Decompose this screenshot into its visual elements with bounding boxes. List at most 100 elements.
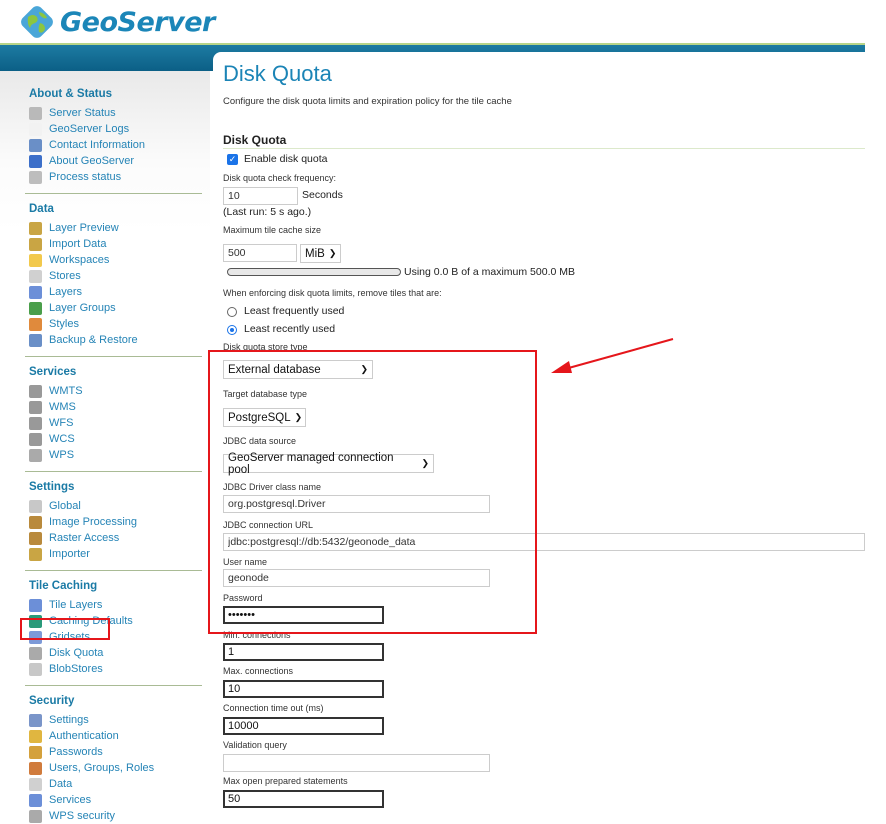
check-frequency-label: Disk quota check frequency: bbox=[223, 173, 337, 183]
tile-grid-icon bbox=[29, 598, 42, 612]
sidebar-section-security: Security Settings Authentication Passwords U… bbox=[29, 686, 202, 824]
gear-icon bbox=[29, 170, 42, 184]
radio-least-recently-used[interactable] bbox=[227, 325, 237, 335]
sidebar-item-label: Image Processing bbox=[49, 516, 138, 528]
sidebar-section-title: Data bbox=[29, 203, 54, 215]
sidebar-item-wcs[interactable]: WCS bbox=[29, 431, 202, 447]
validation-query-label: Validation query bbox=[223, 740, 287, 750]
map-import-icon bbox=[29, 237, 42, 251]
map-preview-icon bbox=[29, 221, 42, 235]
max-connections-input[interactable] bbox=[223, 680, 384, 698]
disk-icon bbox=[29, 646, 42, 660]
sidebar-item-users-groups-roles[interactable]: Users, Groups, Roles bbox=[29, 760, 202, 776]
sidebar-item-wps-security[interactable]: WPS security bbox=[29, 808, 202, 824]
info-globe-icon bbox=[29, 154, 42, 168]
max-connections-label: Max. connections bbox=[223, 666, 294, 676]
validation-query-input[interactable] bbox=[223, 754, 490, 772]
sidebar-item-label: Raster Access bbox=[49, 532, 120, 544]
layer-icon bbox=[29, 285, 42, 299]
sidebar-item-layer-groups[interactable]: Layer Groups bbox=[29, 300, 202, 316]
sidebar-item-label: Stores bbox=[49, 270, 81, 282]
sidebar-item-import-data[interactable]: Import Data bbox=[29, 236, 202, 252]
radio-least-frequently-used[interactable] bbox=[227, 307, 237, 317]
sidebar-item-label: Data bbox=[49, 778, 73, 790]
sidebar-item-data[interactable]: Data bbox=[29, 776, 202, 792]
sidebar-item-authentication[interactable]: Authentication bbox=[29, 728, 202, 744]
sidebar-item-process-status[interactable]: Process status bbox=[29, 169, 202, 185]
max-size-unit-select[interactable]: MiB ❯ bbox=[300, 244, 341, 263]
usage-progress-bar bbox=[227, 268, 401, 276]
server-wmts-icon bbox=[29, 384, 42, 398]
sidebar-item-label: Settings bbox=[49, 714, 89, 726]
sidebar-item-label: Layer Preview bbox=[49, 222, 119, 234]
sidebar-item-label: Importer bbox=[49, 548, 90, 560]
server-status-icon bbox=[29, 106, 42, 120]
sidebar-item-backup-restore[interactable]: Backup & Restore bbox=[29, 332, 202, 348]
sidebar-item-label: BlobStores bbox=[49, 663, 103, 675]
timeout-input[interactable] bbox=[223, 717, 384, 735]
radio-least-frequently-used-label: Least frequently used bbox=[244, 305, 345, 317]
shield-icon bbox=[29, 729, 42, 743]
sidebar-item-label: Services bbox=[49, 794, 92, 806]
sidebar-item-stores[interactable]: Stores bbox=[29, 268, 202, 284]
annotation-highlight-box bbox=[208, 350, 537, 634]
sidebar-item-label: Users, Groups, Roles bbox=[49, 762, 155, 774]
sidebar-item-image-processing[interactable]: Image Processing bbox=[29, 514, 202, 530]
sidebar-section-title: Services bbox=[29, 366, 77, 378]
sidebar-item-label: Import Data bbox=[49, 238, 107, 250]
annotation-arrow-icon bbox=[551, 338, 674, 373]
sidebar-item-styles[interactable]: Styles bbox=[29, 316, 202, 332]
sidebar-nav: About & Status Server Status GeoServer Log… bbox=[0, 71, 210, 823]
geoserver-globe-logo-icon bbox=[21, 6, 53, 38]
min-connections-input[interactable] bbox=[223, 643, 384, 661]
section-title: Disk Quota bbox=[223, 133, 287, 147]
timeout-label: Connection time out (ms) bbox=[223, 703, 324, 713]
sidebar-item-raster-access[interactable]: Raster Access bbox=[29, 530, 202, 546]
sidebar-section-title: Security bbox=[29, 695, 75, 707]
sidebar-item-wms[interactable]: WMS bbox=[29, 399, 202, 415]
server-wps-icon bbox=[29, 448, 42, 462]
sidebar-item-disk-quota[interactable]: Disk Quota bbox=[29, 645, 202, 661]
sidebar-section-about-status: About & Status Server Status GeoServer Log… bbox=[29, 71, 202, 185]
sidebar-item-server-status[interactable]: Server Status bbox=[29, 105, 202, 121]
importer-icon bbox=[29, 547, 42, 561]
lock-icon bbox=[29, 745, 42, 759]
sidebar-section-title: Settings bbox=[29, 481, 75, 493]
blobstore-icon bbox=[29, 662, 42, 676]
sidebar-item-layers[interactable]: Layers bbox=[29, 284, 202, 300]
contact-card-icon bbox=[29, 138, 42, 152]
sidebar-item-blobstores[interactable]: BlobStores bbox=[29, 661, 202, 677]
server-wfs-icon bbox=[29, 416, 42, 430]
folder-icon bbox=[29, 253, 42, 267]
sidebar-item-services[interactable]: Services bbox=[29, 792, 202, 808]
last-run-text: (Last run: 5 s ago.) bbox=[223, 206, 312, 218]
sidebar-section-title: About & Status bbox=[29, 88, 113, 100]
enable-disk-quota-checkbox[interactable]: ✓ bbox=[227, 154, 238, 165]
sidebar-item-wfs[interactable]: WFS bbox=[29, 415, 202, 431]
policy-label: When enforcing disk quota limits, remove… bbox=[223, 288, 442, 298]
usage-text: Using 0.0 B of a maximum 500.0 MB bbox=[404, 266, 575, 278]
sidebar-item-passwords[interactable]: Passwords bbox=[29, 744, 202, 760]
sidebar-item-contact-information[interactable]: Contact Information bbox=[29, 137, 202, 153]
max-size-input[interactable] bbox=[223, 244, 297, 262]
sidebar-item-geoserver-logs[interactable]: GeoServer Logs bbox=[29, 121, 202, 137]
sidebar-item-label: Authentication bbox=[49, 730, 119, 742]
sidebar-item-workspaces[interactable]: Workspaces bbox=[29, 252, 202, 268]
check-frequency-input[interactable] bbox=[223, 187, 298, 205]
sidebar-item-label: Tile Layers bbox=[49, 599, 103, 611]
sidebar-item-tile-layers[interactable]: Tile Layers bbox=[29, 597, 202, 613]
raster-icon bbox=[29, 531, 42, 545]
sidebar-item-wmts[interactable]: WMTS bbox=[29, 383, 202, 399]
sidebar-item-layer-preview[interactable]: Layer Preview bbox=[29, 220, 202, 236]
sidebar-item-importer[interactable]: Importer bbox=[29, 546, 202, 562]
sidebar-item-global[interactable]: Global bbox=[29, 498, 202, 514]
services-key-icon bbox=[29, 793, 42, 807]
sidebar-item-settings[interactable]: Settings bbox=[29, 712, 202, 728]
sidebar-item-about-geoserver[interactable]: About GeoServer bbox=[29, 153, 202, 169]
max-statements-input[interactable] bbox=[223, 790, 384, 808]
server-wms-icon bbox=[29, 400, 42, 414]
document-icon bbox=[29, 122, 42, 136]
chevron-down-icon: ❯ bbox=[328, 248, 337, 258]
sidebar-item-wps[interactable]: WPS bbox=[29, 447, 202, 463]
geoserver-logo[interactable]: GeoServer bbox=[18, 3, 215, 41]
